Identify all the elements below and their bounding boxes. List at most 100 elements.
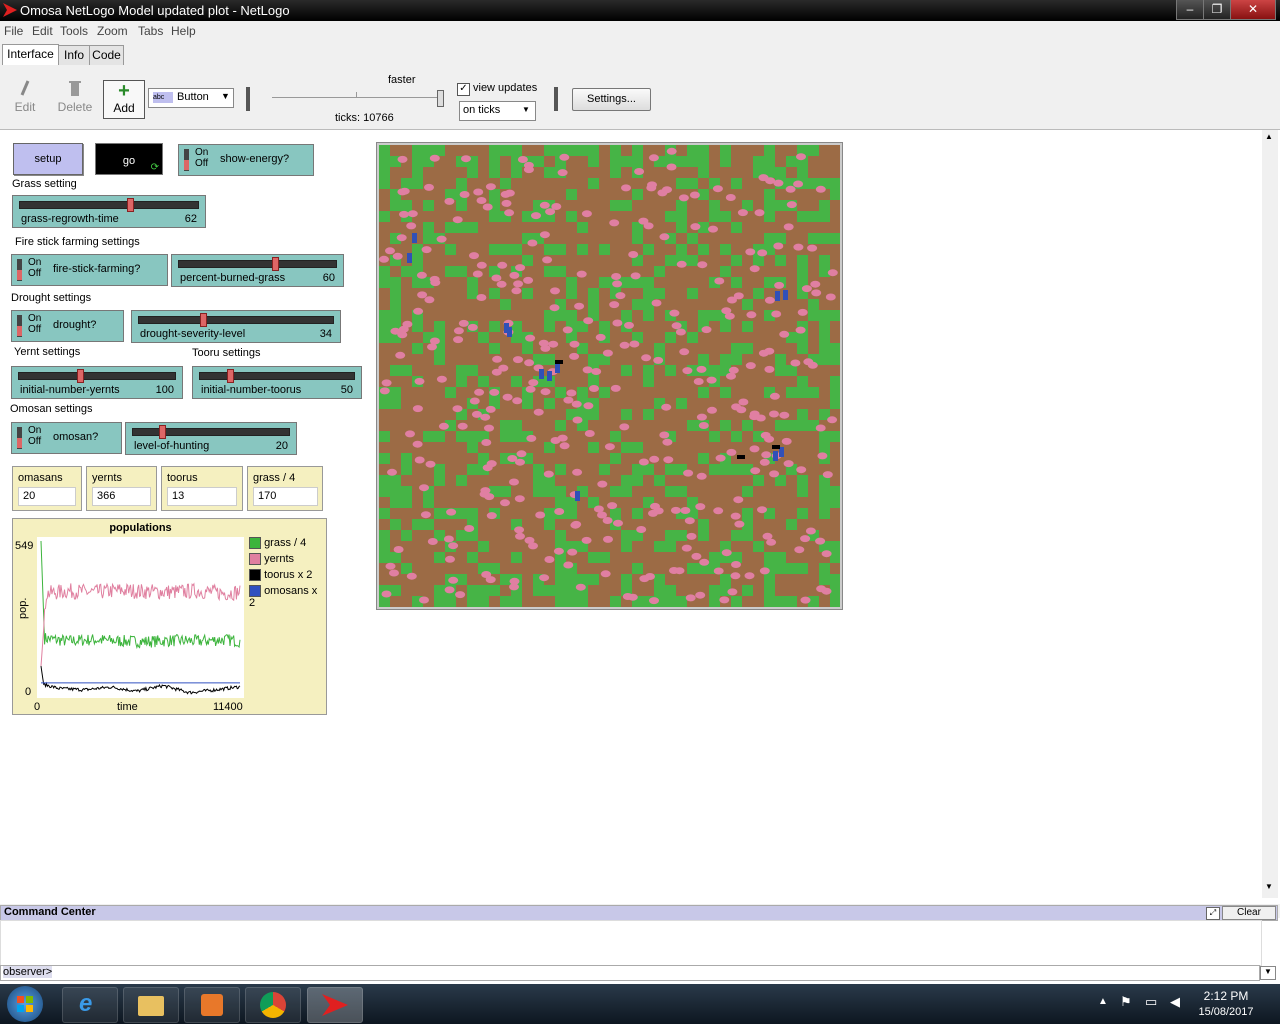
clock-date[interactable]: 15/08/2017 xyxy=(1192,1006,1260,1018)
percent-burned-slider[interactable]: percent-burned-grass 60 xyxy=(171,254,344,287)
grass-patch xyxy=(544,145,555,156)
yernt-agent xyxy=(461,155,471,163)
update-mode-select[interactable]: on ticks ▼ xyxy=(459,101,536,121)
grass-patch xyxy=(797,255,808,266)
menu-edit[interactable]: Edit xyxy=(32,24,53,38)
slider-knob[interactable] xyxy=(127,198,134,212)
grass-patch xyxy=(445,244,456,255)
initial-yernts-slider[interactable]: initial-number-yernts 100 xyxy=(11,366,183,399)
yernt-agent xyxy=(771,310,782,318)
clear-button[interactable]: Clear xyxy=(1222,906,1276,920)
monitor-box: 20 xyxy=(18,487,76,506)
yernt-agent xyxy=(764,347,775,355)
menu-zoom[interactable]: Zoom xyxy=(97,24,128,38)
delete-button[interactable]: Delete xyxy=(56,79,94,114)
command-input[interactable] xyxy=(57,966,1257,979)
slider-knob[interactable] xyxy=(159,425,166,439)
world-canvas xyxy=(379,145,840,607)
grass-regrowth-slider[interactable]: grass-regrowth-time 62 xyxy=(12,195,206,228)
yernt-agent xyxy=(444,197,455,205)
yernt-agent xyxy=(609,301,620,309)
level-of-hunting-slider[interactable]: level-of-hunting 20 xyxy=(125,422,297,455)
explorer-taskbar-icon[interactable] xyxy=(123,987,179,1023)
slider-knob[interactable] xyxy=(77,369,84,383)
menu-file[interactable]: File xyxy=(4,24,23,38)
drought-severity-slider[interactable]: drought-severity-level 34 xyxy=(131,310,341,343)
grass-patch xyxy=(775,420,786,431)
yernt-agent xyxy=(794,546,805,554)
grass-patch xyxy=(555,585,566,596)
grass-patch xyxy=(610,508,621,519)
tab-interface[interactable]: Interface xyxy=(2,44,59,65)
grass-patch xyxy=(665,464,676,475)
interface-scrollbar[interactable]: ▲ ▼ xyxy=(1262,130,1278,898)
media-taskbar-icon[interactable] xyxy=(184,987,240,1023)
scroll-up-icon[interactable]: ▲ xyxy=(1265,132,1273,141)
grass-patch xyxy=(379,541,390,552)
grass-patch xyxy=(797,211,808,222)
grass-patch xyxy=(599,277,610,288)
grass-patch xyxy=(456,365,467,376)
tray-expand-icon[interactable]: ▲ xyxy=(1098,996,1108,1007)
chevron-down-icon[interactable]: ▼ xyxy=(1260,966,1276,980)
grass-patch xyxy=(401,200,412,211)
minimize-icon[interactable]: – xyxy=(1176,0,1204,20)
yernt-agent xyxy=(469,397,480,405)
view-updates-checkbox[interactable]: ✓ xyxy=(457,83,470,96)
menu-help[interactable]: Help xyxy=(171,24,196,38)
grass-patch xyxy=(423,145,434,156)
start-button[interactable] xyxy=(7,986,43,1022)
netlogo-taskbar-icon[interactable] xyxy=(307,987,363,1023)
tab-code[interactable]: Code xyxy=(89,45,124,65)
yernt-agent xyxy=(603,535,613,543)
clock-time[interactable]: 2:12 PM xyxy=(1196,989,1256,1003)
volume-icon[interactable]: ◀ xyxy=(1170,994,1180,1010)
menu-tabs[interactable]: Tabs xyxy=(138,24,163,38)
chevron-down-icon: ▼ xyxy=(221,91,230,101)
observer-prompt[interactable]: observer> xyxy=(3,966,53,978)
drought-switch[interactable]: On Off drought? xyxy=(11,310,124,342)
maximize-icon[interactable]: ❐ xyxy=(1203,0,1231,20)
world-view[interactable] xyxy=(376,142,843,610)
slider-knob[interactable] xyxy=(200,313,207,327)
network-icon[interactable]: ▭ xyxy=(1145,994,1157,1010)
button-widget-icon: abc xyxy=(153,92,173,103)
initial-toorus-slider[interactable]: initial-number-toorus 50 xyxy=(192,366,362,399)
grass-patch xyxy=(610,453,621,464)
fire-stick-switch[interactable]: On Off fire-stick-farming? xyxy=(11,254,168,286)
chrome-taskbar-icon[interactable] xyxy=(245,987,301,1023)
grass-patch xyxy=(467,596,478,607)
settings-button[interactable]: Settings... xyxy=(572,88,651,111)
flag-icon[interactable]: ⚑ xyxy=(1120,994,1132,1010)
yernt-agent xyxy=(472,270,483,278)
slider-knob[interactable] xyxy=(272,257,279,271)
edit-button[interactable]: Edit xyxy=(10,79,40,114)
grass-patch xyxy=(478,376,489,387)
yernt-agent xyxy=(387,468,397,476)
omosan-switch[interactable]: On Off omosan? xyxy=(11,422,122,454)
yernt-agent xyxy=(539,201,550,209)
legend-item: toorus x 2 xyxy=(249,569,326,585)
grass-patch xyxy=(566,277,577,288)
yernt-agent xyxy=(653,507,664,515)
grass-patch xyxy=(720,266,731,277)
slider-knob[interactable] xyxy=(227,369,234,383)
setup-button[interactable]: setup xyxy=(13,143,83,175)
widget-type-select[interactable]: abc Button ▼ xyxy=(148,88,234,108)
menu-tools[interactable]: Tools xyxy=(60,24,88,38)
tab-info[interactable]: Info xyxy=(58,45,90,65)
show-energy-switch[interactable]: On Off show-energy? xyxy=(178,144,314,176)
grass-patch xyxy=(489,244,500,255)
yernt-agent xyxy=(407,210,418,218)
expand-icon[interactable]: ⤢ xyxy=(1206,907,1220,920)
grass-patch xyxy=(390,310,401,321)
yernt-agent xyxy=(679,348,690,356)
close-icon[interactable]: ✕ xyxy=(1230,0,1276,20)
scroll-down-icon[interactable]: ▼ xyxy=(1265,882,1273,891)
yernt-agent xyxy=(395,351,406,359)
command-output xyxy=(0,920,1262,966)
ie-taskbar-icon[interactable]: e xyxy=(62,987,118,1023)
speed-slider-thumb[interactable] xyxy=(437,90,444,107)
go-button[interactable]: go ⟳ xyxy=(95,143,163,175)
add-button[interactable]: + Add xyxy=(103,80,145,119)
